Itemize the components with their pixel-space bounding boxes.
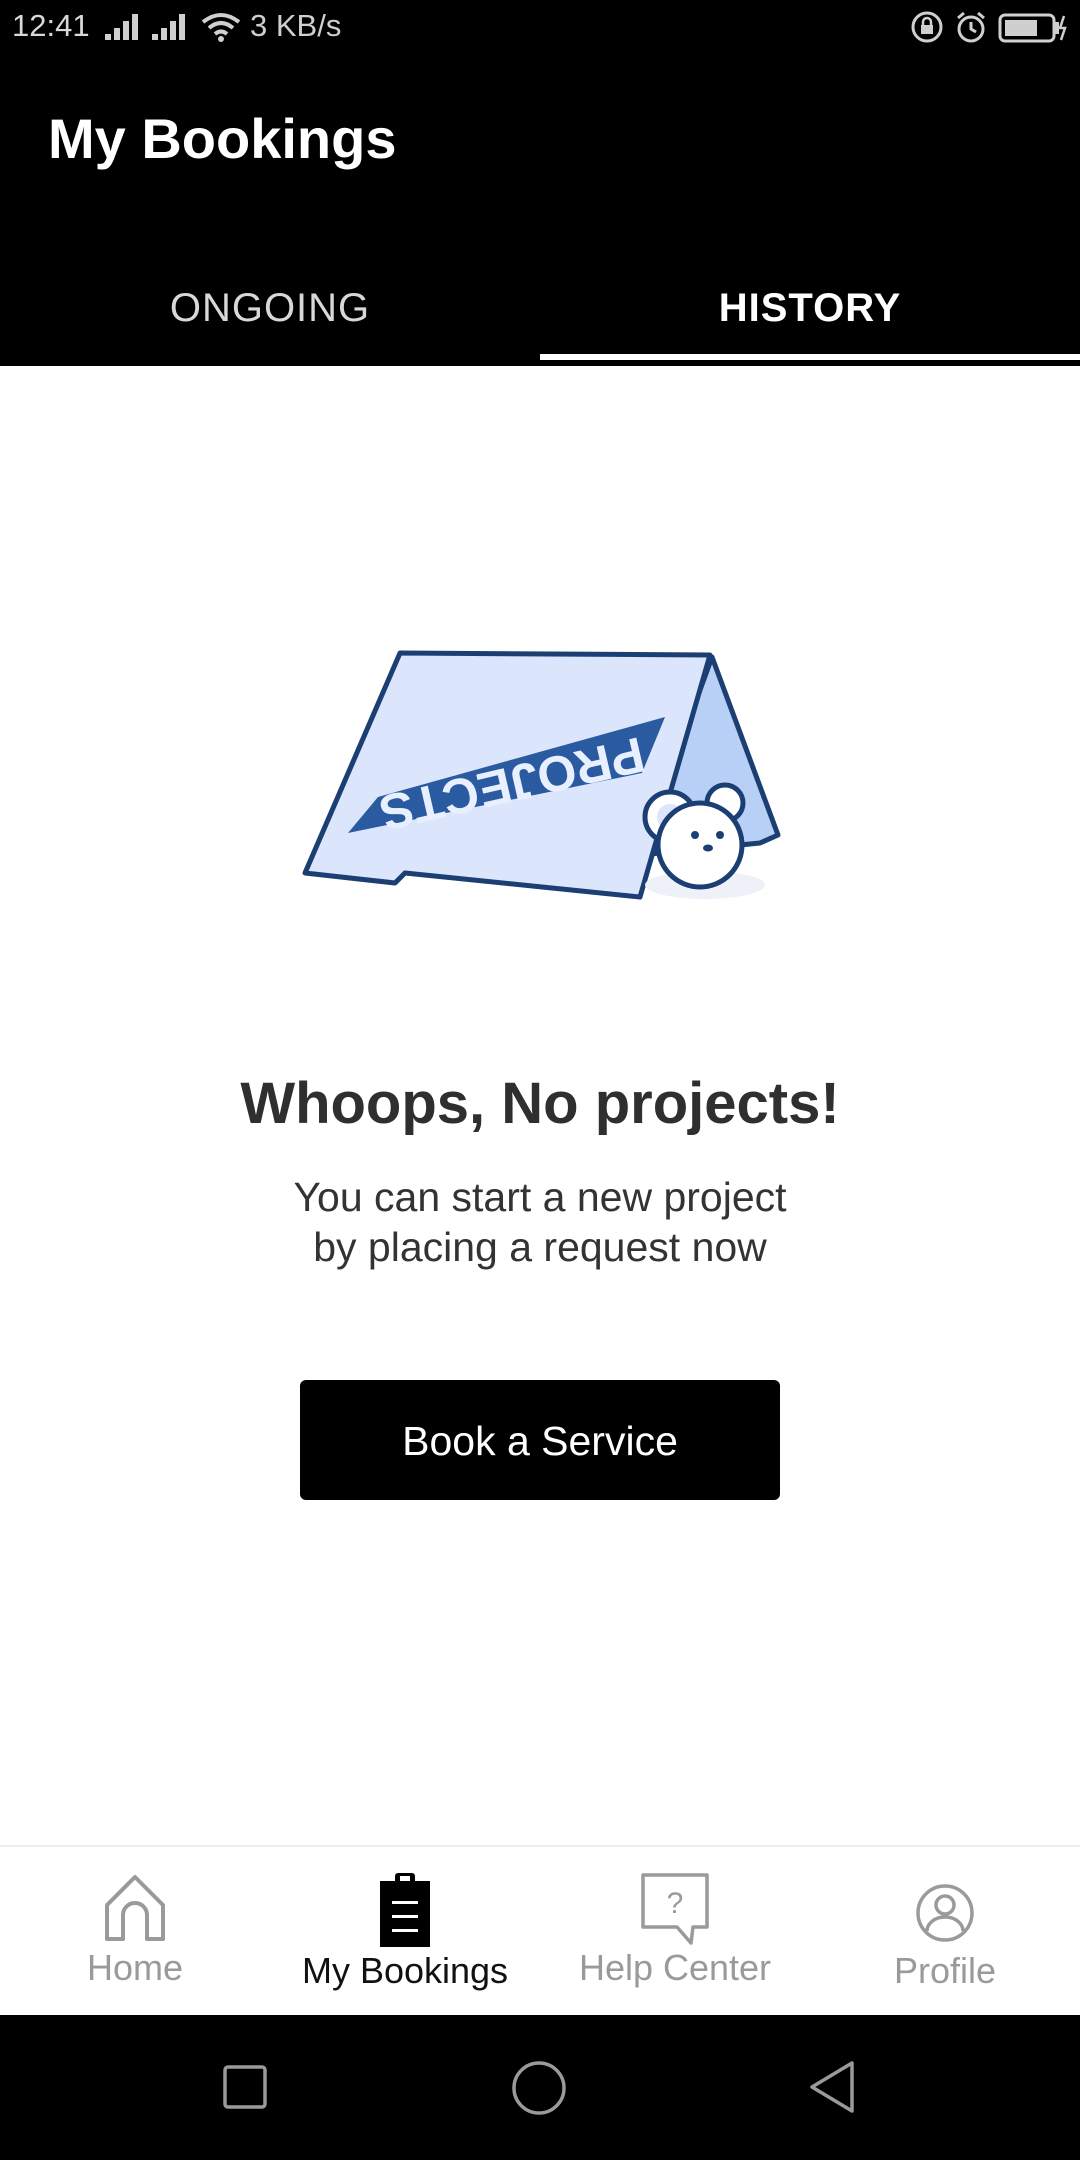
help-icon: ? xyxy=(641,1873,709,1945)
active-tab-indicator xyxy=(540,354,1080,360)
nav-item-help-center[interactable]: ? Help Center xyxy=(540,1847,810,2017)
signal-icon xyxy=(105,14,138,40)
empty-state-title: Whoops, No projects! xyxy=(240,1071,840,1136)
svg-text:?: ? xyxy=(667,1887,684,1920)
empty-projects-illustration: PROJECTS xyxy=(302,650,781,900)
profile-icon xyxy=(916,1884,974,1942)
home-button[interactable] xyxy=(510,2059,568,2117)
nav-label-profile: Profile xyxy=(893,1950,997,1991)
alarm-icon xyxy=(957,11,985,43)
empty-state-line-2: by placing a request now xyxy=(313,1224,767,1270)
home-icon xyxy=(105,1875,165,1941)
empty-state-line-1: You can start a new project xyxy=(293,1174,787,1220)
nav-item-my-bookings[interactable]: My Bookings xyxy=(270,1847,540,2017)
status-bar: 12:41 3 KB/s xyxy=(0,0,1080,54)
battery-icon xyxy=(998,13,1067,43)
back-button[interactable] xyxy=(806,2059,858,2115)
tab-history[interactable]: HISTORY xyxy=(540,268,1080,348)
nav-label-my-bookings: My Bookings xyxy=(301,1950,509,1991)
book-a-service-button[interactable]: Book a Service xyxy=(300,1380,780,1500)
nav-item-profile[interactable]: Profile xyxy=(810,1847,1080,2017)
signal-icon-2 xyxy=(152,14,185,40)
wifi-icon xyxy=(201,13,241,42)
clock: 12:41 xyxy=(12,8,90,43)
system-navigation-bar xyxy=(0,2015,1080,2160)
status-icons xyxy=(910,10,1068,44)
nav-item-home[interactable]: Home xyxy=(0,1847,270,2017)
network-speed: 3 KB/s xyxy=(250,8,342,43)
recent-apps-button[interactable] xyxy=(221,2063,269,2111)
app-bar: My Bookings ONGOING HISTORY xyxy=(0,54,1080,366)
nav-label-home: Home xyxy=(86,1947,184,1988)
lock-rotation-icon xyxy=(911,11,943,43)
empty-state-description: You can start a new project by placing a… xyxy=(0,1172,1080,1272)
bottom-navigation: Home My Bookings ? Help Center Profile xyxy=(0,1845,1080,2017)
tab-ongoing[interactable]: ONGOING xyxy=(0,268,540,348)
clipboard-icon xyxy=(380,1873,430,1947)
page-title: My Bookings xyxy=(48,107,397,170)
nav-label-help-center: Help Center xyxy=(578,1947,772,1988)
